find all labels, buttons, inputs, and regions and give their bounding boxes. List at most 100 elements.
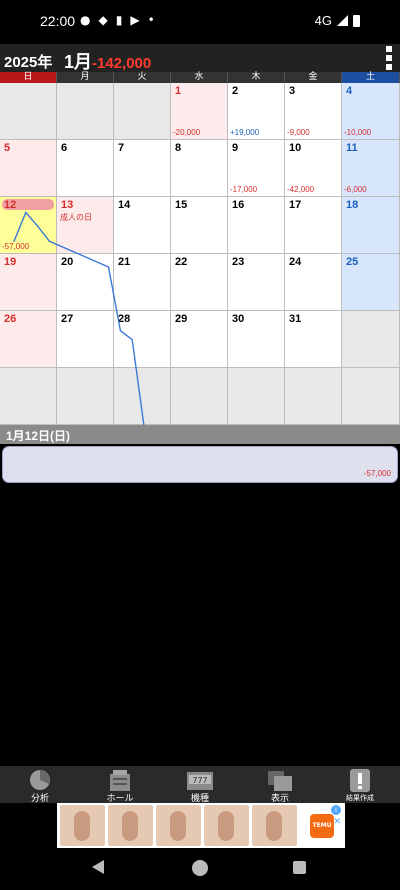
empty-cell	[0, 83, 57, 140]
day-cell-24[interactable]: 24	[285, 254, 342, 311]
day-cell-7[interactable]: 7	[114, 140, 171, 197]
ad-image	[204, 805, 249, 846]
display-icon	[264, 768, 296, 792]
toolbar-label: 結果作成	[346, 794, 374, 802]
day-cell-15[interactable]: 15	[171, 197, 228, 254]
day-number: 27	[61, 313, 74, 325]
day-cell-3[interactable]: 3 -9,000	[285, 83, 342, 140]
day-cell-31[interactable]: 31	[285, 311, 342, 368]
day-cell-23[interactable]: 23	[228, 254, 285, 311]
day-cell-20[interactable]: 20	[57, 254, 114, 311]
day-detail-card[interactable]: -57,000	[2, 446, 398, 483]
day-cell-30[interactable]: 30	[228, 311, 285, 368]
day-cell-8[interactable]: 8	[171, 140, 228, 197]
day-number: 15	[175, 199, 188, 211]
day-cell-12[interactable]: 12 -57,000	[0, 197, 57, 254]
day-number: 1	[175, 85, 182, 97]
pie-chart-icon	[24, 768, 56, 792]
day-number: 24	[289, 256, 302, 268]
network-type: 4G	[314, 13, 332, 28]
day-amount: -20,000	[173, 128, 201, 137]
recents-icon[interactable]	[293, 861, 306, 874]
notification-icons: ● ◆ ▮ ▶ •	[80, 13, 155, 27]
day-number: 14	[118, 199, 131, 211]
back-icon[interactable]	[92, 860, 104, 874]
day-number: 10	[289, 142, 302, 154]
day-amount: -57,000	[2, 242, 30, 251]
ad-image	[252, 805, 297, 846]
day-number: 17	[289, 199, 302, 211]
day-cell-16[interactable]: 16	[228, 197, 285, 254]
selected-date-bar: 1月12日(日)	[0, 425, 400, 444]
ad-content[interactable]: TEMU i ✕	[57, 803, 345, 848]
day-number: 25	[346, 256, 359, 268]
ad-image	[108, 805, 153, 846]
month-total: -142,000	[92, 55, 152, 72]
toolbar-button-pie-chart[interactable]: 分析	[0, 766, 80, 804]
day-cell-18[interactable]: 18	[342, 197, 400, 254]
weekday-0: 日	[0, 72, 57, 83]
exclamation-icon	[344, 768, 376, 792]
day-cell-5[interactable]: 5	[0, 140, 57, 197]
year-label[interactable]: 2025年	[4, 51, 52, 72]
day-number: 5	[4, 142, 11, 154]
day-number: 9	[232, 142, 239, 154]
weekday-header: 日月火水木金土	[0, 72, 400, 83]
day-cell-22[interactable]: 22	[171, 254, 228, 311]
day-amount: -10,000	[344, 128, 372, 137]
ad-banner[interactable]: TEMU i ✕	[0, 803, 400, 848]
day-number: 28	[118, 313, 131, 325]
network-status: 4G	[315, 13, 360, 28]
signal-icon	[337, 15, 348, 26]
day-cell-17[interactable]: 17	[285, 197, 342, 254]
day-cell-1[interactable]: 1 -20,000	[171, 83, 228, 140]
day-cell-14[interactable]: 14	[114, 197, 171, 254]
dot-icon: •	[147, 13, 155, 27]
day-number: 26	[4, 313, 17, 325]
day-number: 8	[175, 142, 182, 154]
toolbar-button-building[interactable]: ホール	[80, 766, 160, 804]
slot-machine-icon: 777	[184, 768, 216, 792]
day-cell-9[interactable]: 9 -17,000	[228, 140, 285, 197]
toolbar-button-exclamation[interactable]: 結果作成	[320, 766, 400, 803]
selected-date: 1月12日(日)	[6, 429, 71, 443]
calendar-grid: 1 -20,000 2 +19,000 3 -9,000 4 -10,000 5 6 7 8 9 -17,…	[0, 83, 400, 425]
day-cell-11[interactable]: 11 -6,000	[342, 140, 400, 197]
day-cell-26[interactable]: 26	[0, 311, 57, 368]
ad-close-icon[interactable]: ✕	[333, 817, 341, 827]
svg-text:777: 777	[192, 776, 207, 785]
day-cell-21[interactable]: 21	[114, 254, 171, 311]
day-number: 31	[289, 313, 302, 325]
weekday-3: 水	[171, 72, 228, 83]
day-cell-6[interactable]: 6	[57, 140, 114, 197]
chat-icon: ●	[80, 13, 91, 27]
day-number: 4	[346, 85, 353, 97]
empty-cell	[114, 368, 171, 425]
day-cell-2[interactable]: 2 +19,000	[228, 83, 285, 140]
day-cell-10[interactable]: 10 -42,000	[285, 140, 342, 197]
ad-info-icon[interactable]: i	[331, 805, 341, 815]
holiday-label: 成人の日	[60, 213, 92, 222]
day-amount: -42,000	[287, 185, 315, 194]
day-cell-4[interactable]: 4 -10,000	[342, 83, 400, 140]
day-number: 16	[232, 199, 245, 211]
system-nav-bar	[0, 848, 400, 890]
day-cell-25[interactable]: 25	[342, 254, 400, 311]
day-cell-13[interactable]: 13 成人の日	[57, 197, 114, 254]
toolbar-button-slot-machine[interactable]: 777 機種	[160, 766, 240, 804]
day-cell-29[interactable]: 29	[171, 311, 228, 368]
toolbar-button-display[interactable]: 表示	[240, 766, 320, 804]
phone-icon: ▮	[115, 13, 123, 27]
day-cell-27[interactable]: 27	[57, 311, 114, 368]
menu-icon[interactable]	[386, 46, 392, 70]
weekday-2: 火	[114, 72, 171, 83]
day-cell-19[interactable]: 19	[0, 254, 57, 311]
day-cell-28[interactable]: 28	[114, 311, 171, 368]
weekday-5: 金	[285, 72, 342, 83]
day-amount: -17,000	[230, 185, 258, 194]
day-number: 11	[346, 142, 358, 154]
day-number: 7	[118, 142, 125, 154]
home-icon[interactable]	[192, 860, 208, 876]
month-label[interactable]: 1月	[64, 48, 92, 74]
status-time: 22:00	[40, 13, 76, 29]
